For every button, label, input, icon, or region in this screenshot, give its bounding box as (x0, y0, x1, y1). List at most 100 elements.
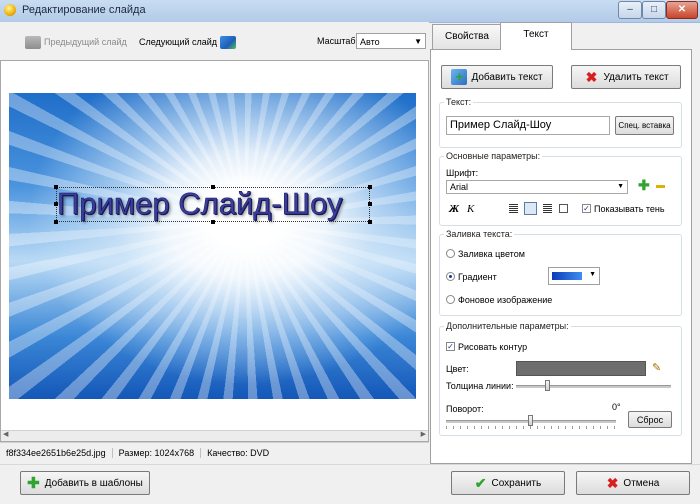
text-panel: + Добавить текст ✖ Удалить текст Текст: … (430, 49, 692, 464)
draw-outline-label: Рисовать контур (458, 342, 528, 352)
color-picker-icon[interactable]: ✎ (652, 361, 661, 374)
add-text-icon: + (451, 69, 468, 85)
text-group: Текст: Пример Слайд-Шоу Спец. вставка (439, 97, 682, 148)
resize-handle-right[interactable] (368, 202, 372, 206)
resize-handle-left[interactable] (54, 202, 58, 206)
chevron-down-icon: ▼ (414, 37, 422, 46)
align-justify-icon[interactable] (559, 204, 568, 213)
properties-pane: Свойства Текст + Добавить текст ✖ Удалит… (430, 22, 700, 464)
next-slide-button[interactable]: Следующий слайд (139, 34, 239, 50)
dialog-footer: ✚ Добавить в шаблоны ✔ Сохранить ✖ Отмен… (0, 464, 700, 504)
rotation-slider[interactable] (528, 415, 533, 426)
gradient-picker[interactable]: ▼ (548, 267, 600, 285)
line-width-slider[interactable] (545, 380, 550, 391)
add-to-templates-button[interactable]: ✚ Добавить в шаблоны (20, 471, 150, 495)
fill-image-label: Фоновое изображение (458, 295, 553, 305)
previous-slide-label: Предыдущий слайд (44, 37, 127, 47)
resize-handle-top-left[interactable] (54, 185, 58, 189)
cancel-button[interactable]: ✖ Отмена (576, 471, 690, 495)
resize-handle-bottom[interactable] (211, 220, 215, 224)
resize-handle-top[interactable] (211, 185, 215, 189)
outline-color-label: Цвет: (446, 364, 469, 374)
slide-preview: Пример Слайд-Шоу (9, 93, 416, 399)
zoom-label: Масштаб: (317, 36, 359, 46)
maximize-button[interactable]: □ (642, 1, 666, 19)
reset-rotation-button[interactable]: Сброс (628, 411, 672, 428)
cancel-label: Отмена (623, 477, 660, 489)
bold-button[interactable]: Ж (449, 203, 459, 215)
align-right-icon[interactable] (543, 204, 552, 213)
font-select[interactable]: Arial ▼ (446, 180, 628, 194)
increase-font-icon[interactable]: ✚ (638, 177, 650, 194)
outline-color-swatch[interactable] (516, 361, 646, 376)
add-text-button[interactable]: + Добавить текст (441, 65, 553, 89)
plus-icon: ✚ (27, 475, 40, 492)
show-shadow-label: Показывать тень (594, 204, 665, 214)
save-label: Сохранить (491, 477, 542, 489)
fill-group: Заливка текста: Заливка цветом Градиент … (439, 229, 682, 316)
tab-text[interactable]: Текст (500, 22, 572, 50)
next-slide-label: Следующий слайд (139, 37, 218, 47)
close-button[interactable]: ✕ (666, 1, 698, 19)
previous-slide-button[interactable]: Предыдущий слайд (22, 34, 127, 50)
show-shadow-checkbox[interactable]: ✓ (582, 204, 591, 213)
horizontal-scrollbar[interactable]: ◀ ▶ (1, 430, 428, 441)
fill-color-radio[interactable] (446, 249, 455, 258)
font-label: Шрифт: (446, 168, 479, 178)
text-group-title: Текст: (444, 97, 474, 107)
minimize-button[interactable]: – (618, 1, 642, 19)
gradient-swatch (552, 272, 582, 280)
decrease-font-icon[interactable] (656, 185, 665, 188)
preview-toolbar: Предыдущий слайд Следующий слайд Масштаб… (0, 22, 429, 60)
tab-properties[interactable]: Свойства (432, 24, 502, 49)
slide-editor-window: Редактирование слайда – □ ✕ Предыдущий с… (0, 0, 700, 504)
slide-canvas: Пример Слайд-Шоу ◀ ▶ (0, 60, 429, 442)
align-center-icon[interactable] (524, 202, 537, 215)
window-title: Редактирование слайда (22, 4, 146, 16)
checkmark-icon: ✔ (474, 474, 487, 491)
fill-gradient-radio[interactable] (446, 272, 455, 281)
fill-image-radio[interactable] (446, 295, 455, 304)
delete-text-button[interactable]: ✖ Удалить текст (571, 65, 681, 89)
rotation-label: Поворот: (446, 404, 484, 414)
basic-params-group: Основные параметры: Шрифт: Arial ▼ ✚ Ж К… (439, 151, 682, 226)
add-to-templates-label: Добавить в шаблоны (44, 477, 143, 489)
add-text-label: Добавить текст (471, 71, 543, 83)
text-input[interactable]: Пример Слайд-Шоу (446, 116, 610, 135)
status-size: Размер: 1024x768 (113, 448, 202, 458)
status-filename: f8f334ee2651b6e25d.jpg (0, 448, 113, 458)
next-slide-icon (220, 35, 237, 49)
rotation-value: 0° (612, 402, 621, 412)
previous-slide-icon (25, 35, 41, 49)
scroll-right-icon[interactable]: ▶ (421, 430, 426, 438)
line-width-label: Толщина линии: (446, 381, 514, 391)
draw-outline-checkbox[interactable]: ✓ (446, 342, 455, 351)
scroll-left-icon[interactable]: ◀ (3, 430, 8, 438)
status-quality: Качество: DVD (207, 448, 270, 458)
zoom-select[interactable]: Авто ▼ (356, 33, 426, 49)
extra-params-title: Дополнительные параметры: (444, 321, 571, 331)
special-insert-button[interactable]: Спец. вставка (615, 116, 674, 135)
preview-pane: Предыдущий слайд Следующий слайд Масштаб… (0, 22, 429, 464)
cancel-icon: ✖ (606, 474, 619, 491)
fill-color-label: Заливка цветом (458, 249, 525, 259)
zoom-value: Авто (360, 37, 380, 47)
delete-text-label: Удалить текст (603, 71, 669, 83)
save-button[interactable]: ✔ Сохранить (451, 471, 565, 495)
fill-group-title: Заливка текста: (444, 229, 515, 239)
selection-box[interactable] (54, 185, 372, 224)
status-bar: f8f334ee2651b6e25d.jpg Размер: 1024x768 … (0, 442, 429, 463)
title-bar: Редактирование слайда – □ ✕ (0, 0, 700, 23)
align-left-icon[interactable] (509, 204, 518, 213)
line-width-track (516, 385, 671, 388)
chevron-down-icon: ▼ (617, 183, 624, 190)
extra-params-group: Дополнительные параметры: ✓ Рисовать кон… (439, 321, 682, 436)
font-value: Arial (450, 182, 469, 192)
resize-handle-bottom-right[interactable] (368, 220, 372, 224)
resize-handle-bottom-left[interactable] (54, 220, 58, 224)
basic-params-title: Основные параметры: (444, 151, 543, 161)
italic-button[interactable]: К (467, 203, 474, 215)
app-icon (4, 4, 16, 16)
rotation-ticks (446, 426, 616, 429)
resize-handle-top-right[interactable] (368, 185, 372, 189)
